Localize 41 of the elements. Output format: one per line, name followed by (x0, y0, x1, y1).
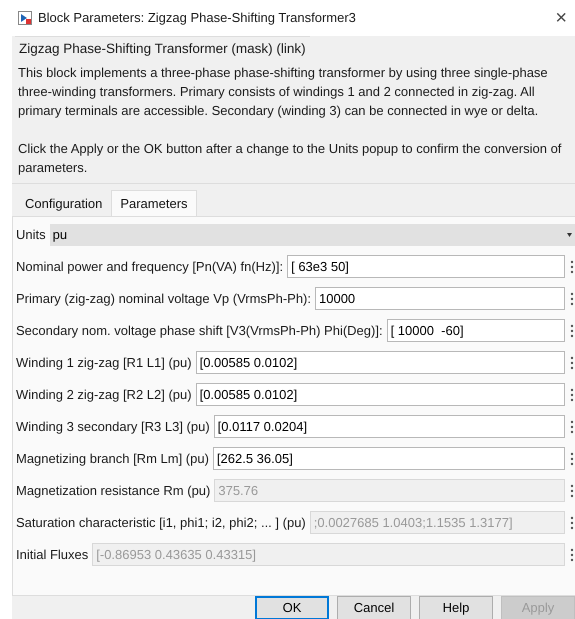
mask-title: Zigzag Phase-Shifting Transformer (mask) (link) (15, 36, 310, 60)
units-dropdown[interactable]: pu (50, 224, 575, 246)
options-icon[interactable] (569, 420, 575, 434)
field-label: Magnetizing branch [Rm Lm] (pu) (16, 450, 209, 468)
description-text: This block implements a three-phase phase-shifting transformer by using three single-phase three-winding transformers. Primary consists of windings 1 and 2 connected in zig-zag. All primary terminals are accessible. Secondary (winding 3) can be connected in wye or delta. (18, 64, 549, 120)
dialog-button[interactable]: OK (255, 596, 330, 619)
options-icon[interactable] (569, 452, 575, 466)
dialog-button[interactable]: Cancel (337, 596, 412, 619)
description-text: Click the Apply or the OK button after a change to the Units popup to confirm the conversion of parameters. (18, 140, 562, 178)
field-label: Winding 3 secondary [R3 L3] (pu) (16, 418, 210, 436)
input-field[interactable]: [0.00585 0.0102] (196, 383, 565, 406)
field-label: Magnetization resistance Rm (pu) (16, 482, 210, 500)
input-field[interactable]: 10000 (315, 287, 565, 310)
field-label: Initial Fluxes (16, 546, 88, 564)
input-field[interactable]: [0.00585 0.0102] (196, 351, 565, 374)
caret-icon (567, 232, 572, 237)
input-field[interactable]: [262.5 36.05] (212, 447, 565, 470)
field-label: Primary (zig-zag) nominal voltage Vp (VrmsPh-Ph): (16, 290, 311, 308)
dialog-button[interactable]: Help (419, 596, 494, 619)
options-icon[interactable] (569, 292, 575, 306)
close-button[interactable]: × (551, 8, 571, 28)
options-icon[interactable] (569, 484, 575, 498)
field-label: Saturation characteristic [i1, phi1; i2, phi2; ... ] (pu) (16, 514, 306, 532)
field-label: Winding 1 zig-zag [R1 L1] (pu) (16, 354, 192, 372)
input-field[interactable]: [ 63e3 50] (287, 255, 565, 278)
field-label: Secondary nom. voltage phase shift [V3(VrmsPh-Ph) Phi(Deg)]: (16, 322, 383, 340)
tab[interactable]: Parameters (111, 190, 197, 216)
tab[interactable]: Configuration (16, 190, 112, 216)
field-label: Units (16, 226, 46, 244)
input-field[interactable]: [0.0117 0.0204] (214, 415, 565, 438)
options-icon[interactable] (569, 260, 575, 274)
input-field[interactable]: [ 10000 -60] (386, 319, 565, 342)
options-icon[interactable] (569, 516, 575, 530)
options-icon[interactable] (569, 388, 575, 402)
field-label: Nominal power and frequency [Pn(VA) fn(Hz)]: (16, 258, 284, 276)
window-title: Block Parameters: Zigzag Phase-Shifting Transformer3 (38, 9, 356, 28)
options-icon[interactable] (569, 324, 575, 338)
options-icon[interactable] (569, 548, 575, 562)
field-label: Winding 2 zig-zag [R2 L2] (pu) (16, 386, 192, 404)
options-icon[interactable] (569, 356, 575, 370)
simulink-block-icon (18, 11, 32, 25)
